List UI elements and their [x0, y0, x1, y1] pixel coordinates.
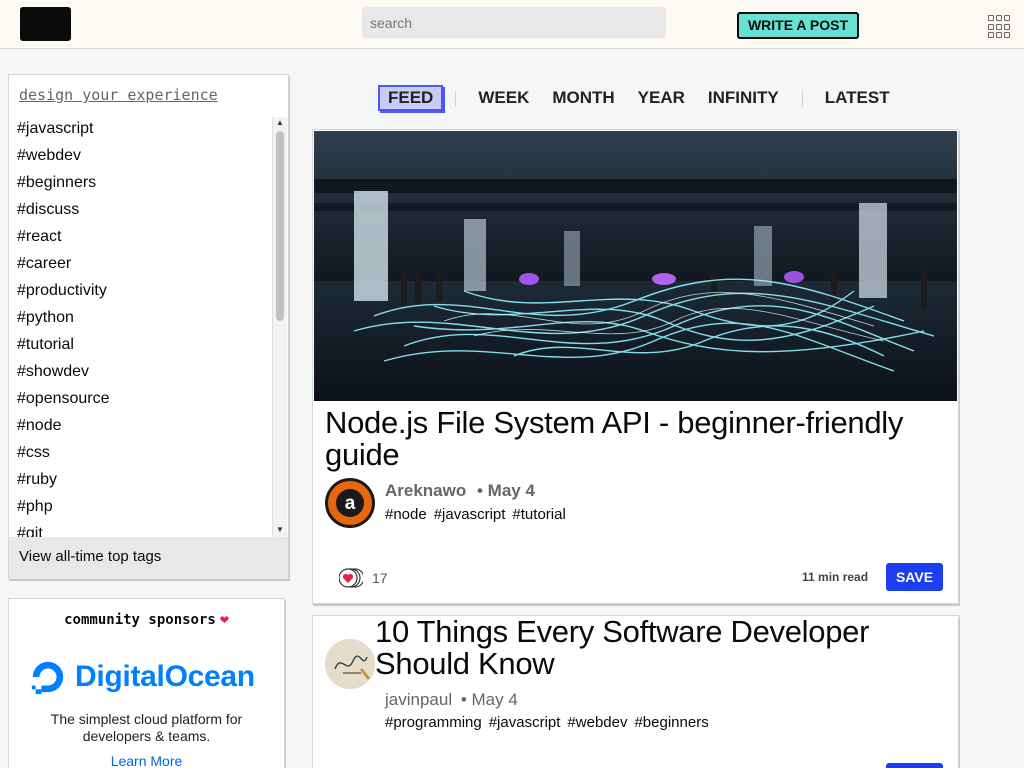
write-post-button[interactable]: WRITE A POST [737, 12, 859, 39]
article-cover-image[interactable] [314, 131, 957, 401]
tag-item[interactable]: #career [9, 250, 274, 277]
read-time: 11 min read [802, 570, 869, 584]
author-avatar[interactable] [325, 639, 375, 689]
article-date: • May 4 [460, 690, 518, 709]
tag-item[interactable]: #css [9, 439, 274, 466]
tab-week[interactable]: WEEK [478, 88, 529, 108]
article-tag[interactable]: #javascript [489, 714, 561, 731]
tag-item[interactable]: #python [9, 304, 274, 331]
reaction-count: 17 [372, 570, 388, 586]
tag-item[interactable]: #javascript [9, 115, 274, 142]
save-button[interactable] [886, 763, 943, 768]
article-tag[interactable]: #beginners [634, 714, 708, 731]
view-all-tags-link[interactable]: View all-time top tags [9, 537, 288, 579]
tab-feed[interactable]: FEED [378, 85, 444, 111]
design-experience-link[interactable]: design your experience [19, 86, 218, 104]
sponsor-tagline: The simplest cloud platform for develope… [9, 711, 284, 745]
tag-item[interactable]: #git [9, 520, 274, 537]
article-tags: #node #javascript #tutorial [385, 506, 566, 523]
tab-month[interactable]: MONTH [552, 88, 614, 108]
tab-divider [455, 90, 457, 106]
article-author[interactable]: Areknawo • May 4 [385, 481, 535, 501]
tag-item[interactable]: #discuss [9, 196, 274, 223]
digitalocean-mark-icon [31, 661, 64, 695]
save-button[interactable]: SAVE [886, 563, 943, 591]
tab-latest[interactable]: LATEST [825, 88, 890, 108]
tab-divider [801, 90, 803, 106]
sponsors-heading: community sponsors ❤ [9, 610, 284, 628]
cover-illustration [314, 131, 957, 401]
tag-item[interactable]: #beginners [9, 169, 274, 196]
tab-year[interactable]: YEAR [638, 88, 685, 108]
sponsors-card: community sponsors ❤ DigitalOcean The sim… [8, 598, 285, 768]
sponsor-tagline-line1: The simplest cloud platform for [50, 711, 243, 727]
scroll-up-arrow-icon[interactable]: ▲ [275, 118, 285, 128]
article-tags: #programming #javascript #webdev #beginn… [385, 714, 709, 731]
author-name[interactable]: Areknawo [385, 481, 466, 500]
sponsor-name: DigitalOcean [75, 660, 255, 693]
sponsor-tagline-line2: developers & teams. [82, 728, 211, 744]
author-name[interactable]: javinpaul [385, 690, 452, 709]
tag-item[interactable]: #tutorial [9, 331, 274, 358]
article-card[interactable]: 10 Things Every Software Developer Shoul… [312, 615, 959, 768]
tag-item[interactable]: #react [9, 223, 274, 250]
tag-item[interactable]: #showdev [9, 358, 274, 385]
article-title[interactable]: 10 Things Every Software Developer Shoul… [375, 616, 935, 680]
tag-item[interactable]: #productivity [9, 277, 274, 304]
tag-item[interactable]: #ruby [9, 466, 274, 493]
article-tag[interactable]: #node [385, 506, 427, 523]
reactions-button[interactable]: 17 [339, 567, 388, 589]
learn-more-link[interactable]: Learn More [9, 753, 284, 768]
site-logo[interactable] [20, 7, 71, 41]
tags-list[interactable]: #javascript #webdev #beginners #discuss … [9, 115, 274, 537]
feed-tabs: FEED WEEK MONTH YEAR INFINITY LATEST [378, 84, 913, 112]
sponsors-title-text: community sponsors [64, 612, 216, 628]
article-card[interactable]: Node.js File System API - beginner-frien… [312, 129, 959, 604]
scroll-thumb[interactable] [276, 131, 284, 321]
top-bar: WRITE A POST [0, 0, 1024, 49]
svg-text:a: a [345, 493, 356, 514]
tag-item[interactable]: #webdev [9, 142, 274, 169]
search-input[interactable] [362, 7, 666, 38]
tags-sidebar: design your experience #javascript #webd… [8, 74, 289, 579]
avatar-logo-icon: a [328, 481, 372, 525]
tag-item[interactable]: #node [9, 412, 274, 439]
avatar-signature-icon [325, 639, 375, 689]
heart-icon [339, 568, 363, 588]
grid-icon[interactable] [988, 15, 1012, 39]
article-tag[interactable]: #tutorial [512, 506, 565, 523]
tag-item[interactable]: #php [9, 493, 274, 520]
article-author[interactable]: javinpaul • May 4 [385, 690, 518, 710]
tag-item[interactable]: #opensource [9, 385, 274, 412]
article-title[interactable]: Node.js File System API - beginner-frien… [325, 407, 945, 471]
heart-icon: ❤ [219, 610, 229, 628]
article-tag[interactable]: #javascript [434, 506, 506, 523]
author-avatar[interactable]: a [325, 478, 375, 528]
article-tag[interactable]: #webdev [567, 714, 627, 731]
tags-scrollbar[interactable]: ▲ ▼ [272, 117, 287, 537]
digitalocean-logo[interactable]: DigitalOcean [29, 657, 255, 697]
article-tag[interactable]: #programming [385, 714, 482, 731]
tab-infinity[interactable]: INFINITY [708, 88, 779, 108]
article-date: • May 4 [476, 481, 535, 500]
scroll-down-arrow-icon[interactable]: ▼ [275, 525, 285, 535]
